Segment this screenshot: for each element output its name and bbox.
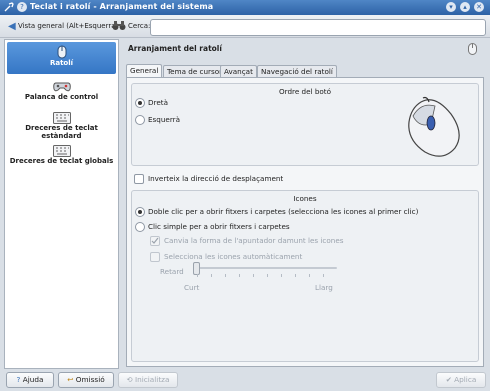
reset-icon: ⟲ (126, 375, 133, 384)
mouse-icon (57, 45, 67, 59)
sidebar-item-label: Ratolí (49, 59, 74, 67)
binoculars-icon (112, 20, 126, 31)
tab-general[interactable]: General (126, 64, 163, 78)
keyboard-icon (52, 112, 71, 124)
icons-group: Icones Doble clic per a obrir fitxers i … (131, 190, 479, 362)
single-click-radio[interactable] (135, 222, 145, 232)
help-button[interactable]: ? Ajuda (6, 372, 54, 388)
right-handed-label[interactable]: Dretà (148, 98, 168, 107)
slider-tick (225, 274, 226, 277)
slider-tick (281, 274, 282, 277)
right-handed-radio[interactable] (135, 98, 145, 108)
default-button[interactable]: ↩ Omissió (58, 372, 114, 388)
help-button-label: Ajuda (22, 375, 44, 384)
dialog-button-bar: ? Ajuda ↩ Omissió ⟲ Inicialitza ✔ Aplica (0, 367, 490, 391)
gamepad-icon (52, 81, 71, 93)
sidebar-item-standard-shortcuts[interactable]: Dreceres de teclat estàndard (7, 110, 116, 142)
main-content: Arranjament del ratolí General Tema de c… (121, 39, 486, 367)
icons-group-title: Icones (293, 194, 317, 203)
slider-tick (309, 274, 310, 277)
left-handed-label[interactable]: Esquerrà (148, 115, 180, 124)
checkmark-icon: ✔ (445, 375, 452, 384)
apply-button-label: Aplica (454, 375, 477, 384)
slider-tick (267, 274, 268, 277)
close-icon[interactable]: ✕ (474, 2, 484, 12)
reset-button[interactable]: ⟲ Inicialitza (118, 372, 178, 388)
tab-cursor-theme[interactable]: Tema de cursor (163, 65, 227, 77)
window-titlebar: ? Teclat i ratolí - Arranjament del sist… (0, 0, 490, 15)
default-button-label: Omissió (75, 375, 105, 384)
overview-button[interactable]: ◀ Vista general (Alt+Esquerra) (8, 18, 118, 34)
sidebar: Ratolí Palanca de control Dreceres de te… (4, 39, 119, 369)
slider-tick (197, 274, 198, 277)
change-pointer-label[interactable]: Canvia la forma de l'apuntador damunt le… (164, 236, 344, 245)
mouse-illustration (401, 96, 467, 162)
slider-tick (323, 274, 324, 277)
help-icon[interactable]: ? (17, 2, 27, 12)
auto-select-label[interactable]: Selecciona les icones automàticament (164, 252, 302, 261)
minimize-icon[interactable]: ▾ (446, 2, 456, 12)
page-title: Arranjament del ratolí (128, 44, 222, 53)
search-input[interactable] (150, 19, 486, 36)
sidebar-item-joystick[interactable]: Palanca de control (7, 78, 116, 110)
button-order-title: Ordre del botó (279, 87, 331, 96)
delay-min-label: Curt (184, 283, 200, 292)
sidebar-item-label: Dreceres de teclat globals (9, 157, 114, 165)
tools-icon[interactable] (4, 2, 14, 12)
slider-tick (295, 274, 296, 277)
left-handed-radio[interactable] (135, 115, 145, 125)
sidebar-item-global-shortcuts[interactable]: Dreceres de teclat globals (7, 143, 116, 175)
apply-button[interactable]: ✔ Aplica (436, 372, 486, 388)
delay-label: Retard (160, 267, 184, 276)
help-circle-icon: ? (16, 375, 21, 384)
sidebar-item-mouse[interactable]: Ratolí (7, 42, 116, 74)
button-order-group: Ordre del botó Dretà Esquerrà (131, 83, 479, 166)
help-icon[interactable] (468, 43, 477, 55)
defaults-icon: ↩ (67, 375, 74, 384)
back-arrow-icon: ◀ (8, 21, 16, 32)
reset-button-label: Inicialitza (134, 375, 170, 384)
delay-max-label: Llarg (315, 283, 333, 292)
search-label: Cerca: (128, 22, 151, 30)
tab-advanced[interactable]: Avançat (220, 65, 257, 77)
tab-panel-general: Ordre del botó Dretà Esquerrà Inverteix … (126, 77, 484, 367)
auto-select-checkbox[interactable] (150, 252, 160, 262)
invert-scroll-label[interactable]: Inverteix la direcció de desplaçament (148, 174, 283, 183)
slider-tick (253, 274, 254, 277)
invert-scroll-checkbox[interactable] (134, 174, 144, 184)
window-title: Teclat i ratolí - Arranjament del sistem… (30, 2, 214, 11)
sidebar-item-label: Palanca de control (24, 93, 99, 101)
delay-slider-track[interactable] (195, 267, 337, 269)
toolbar: ◀ Vista general (Alt+Esquerra) Cerca: (0, 15, 490, 38)
double-click-label[interactable]: Doble clic per a obrir fitxers i carpete… (148, 207, 418, 216)
single-click-label[interactable]: Clic simple per a obrir fitxers i carpet… (148, 222, 290, 231)
slider-tick (211, 274, 212, 277)
tab-mouse-navigation[interactable]: Navegació del ratolí (257, 65, 337, 77)
change-pointer-checkbox[interactable] (150, 236, 160, 246)
maximize-icon[interactable]: ▴ (460, 2, 470, 12)
double-click-radio[interactable] (135, 207, 145, 217)
sidebar-item-label: Dreceres de teclat estàndard (25, 124, 98, 140)
overview-label: Vista general (Alt+Esquerra) (17, 22, 119, 30)
slider-tick (239, 274, 240, 277)
keyboard-icon (52, 145, 71, 157)
